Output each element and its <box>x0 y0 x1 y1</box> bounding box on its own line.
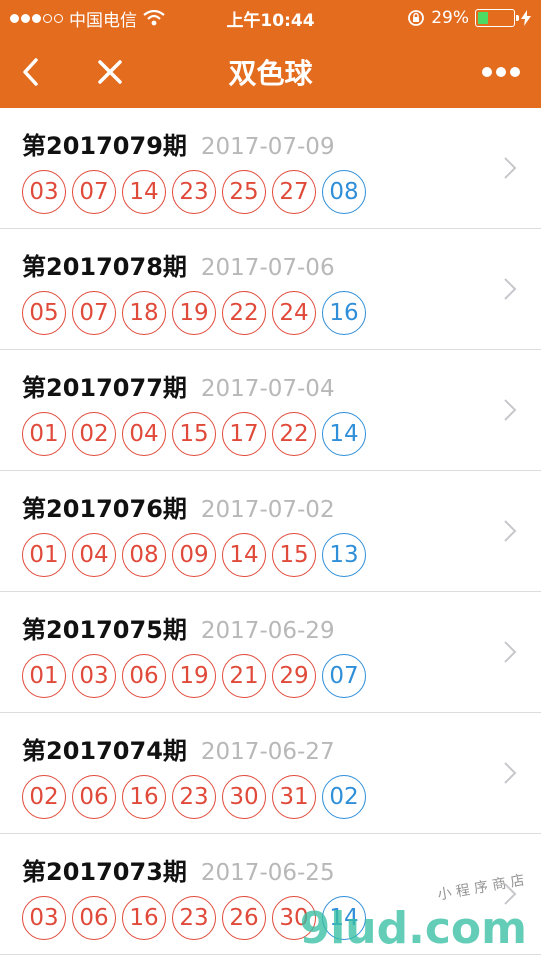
red-ball: 15 <box>172 412 216 456</box>
red-ball: 22 <box>222 291 266 335</box>
issue-number: 第2017078期 <box>22 253 187 281</box>
draw-row[interactable]: 第2017077期 2017-07-04 01 02 04 15 17 22 14 <box>0 350 541 471</box>
issue-number: 第2017074期 <box>22 737 187 765</box>
red-ball: 03 <box>22 170 66 214</box>
draw-date: 2017-07-09 <box>200 134 335 160</box>
draw-row[interactable]: 第2017074期 2017-06-27 02 06 16 23 30 31 02 <box>0 713 541 834</box>
red-ball: 06 <box>72 775 116 819</box>
issue-number: 第2017075期 <box>22 616 187 644</box>
ball-group: 01 03 06 19 21 29 07 <box>22 654 541 698</box>
draw-date: 2017-06-27 <box>200 739 335 765</box>
blue-ball: 07 <box>322 654 366 698</box>
header: 中国电信 上午10:44 29% 双色球 <box>0 0 541 108</box>
blue-ball: 02 <box>322 775 366 819</box>
charging-icon <box>521 10 531 26</box>
ball-group: 05 07 18 19 22 24 16 <box>22 291 541 335</box>
red-ball: 30 <box>222 775 266 819</box>
chevron-right-icon <box>504 278 517 300</box>
red-ball: 22 <box>272 412 316 456</box>
red-ball: 02 <box>22 775 66 819</box>
red-ball: 14 <box>222 533 266 577</box>
red-ball: 15 <box>272 533 316 577</box>
signal-icon <box>10 13 63 23</box>
chevron-left-icon <box>23 58 38 86</box>
red-ball: 14 <box>122 170 166 214</box>
chevron-right-icon <box>504 520 517 542</box>
red-ball: 23 <box>172 170 216 214</box>
draw-row[interactable]: 第2017075期 2017-06-29 01 03 06 19 21 29 07 <box>0 592 541 713</box>
red-ball: 01 <box>22 533 66 577</box>
red-ball: 25 <box>222 170 266 214</box>
chevron-right-icon <box>504 762 517 784</box>
close-button[interactable] <box>80 42 140 102</box>
draw-row[interactable]: 第2017076期 2017-07-02 01 04 08 09 14 15 13 <box>0 471 541 592</box>
blue-ball: 16 <box>322 291 366 335</box>
draw-row[interactable]: 第2017078期 2017-07-06 05 07 18 19 22 24 16 <box>0 229 541 350</box>
blue-ball: 13 <box>322 533 366 577</box>
red-ball: 07 <box>72 291 116 335</box>
red-ball: 03 <box>72 654 116 698</box>
red-ball: 24 <box>272 291 316 335</box>
red-ball: 29 <box>272 654 316 698</box>
red-ball: 18 <box>122 291 166 335</box>
blue-ball: 08 <box>322 170 366 214</box>
red-ball: 27 <box>272 170 316 214</box>
draw-date: 2017-07-06 <box>200 255 335 281</box>
draw-date: 2017-06-25 <box>200 860 335 886</box>
red-ball: 02 <box>72 412 116 456</box>
rotation-lock-icon <box>408 10 425 26</box>
watermark-text: 9lud.com <box>299 903 527 954</box>
nav-bar: 双色球 <box>0 36 541 108</box>
red-ball: 04 <box>122 412 166 456</box>
red-ball: 06 <box>122 654 166 698</box>
red-ball: 09 <box>172 533 216 577</box>
red-ball: 16 <box>122 896 166 940</box>
ball-group: 03 07 14 23 25 27 08 <box>22 170 541 214</box>
red-ball: 19 <box>172 654 216 698</box>
red-ball: 31 <box>272 775 316 819</box>
red-ball: 08 <box>122 533 166 577</box>
chevron-right-icon <box>504 157 517 179</box>
red-ball: 06 <box>72 896 116 940</box>
draw-list: 第2017079期 2017-07-09 03 07 14 23 25 27 08 第201707… <box>0 108 541 955</box>
chevron-right-icon <box>504 641 517 663</box>
red-ball: 26 <box>222 896 266 940</box>
red-ball: 16 <box>122 775 166 819</box>
battery-icon <box>475 9 519 27</box>
red-ball: 01 <box>22 412 66 456</box>
wifi-icon <box>143 10 165 26</box>
issue-number: 第2017077期 <box>22 374 187 402</box>
issue-number: 第2017079期 <box>22 132 187 160</box>
red-ball: 01 <box>22 654 66 698</box>
issue-number: 第2017076期 <box>22 495 187 523</box>
chevron-right-icon <box>504 399 517 421</box>
draw-date: 2017-07-02 <box>200 497 335 523</box>
red-ball: 05 <box>22 291 66 335</box>
ball-group: 02 06 16 23 30 31 02 <box>22 775 541 819</box>
red-ball: 04 <box>72 533 116 577</box>
ball-group: 01 02 04 15 17 22 14 <box>22 412 541 456</box>
status-bar: 中国电信 上午10:44 29% <box>0 0 541 36</box>
more-icon <box>482 67 520 77</box>
carrier-label: 中国电信 <box>69 10 137 31</box>
red-ball: 07 <box>72 170 116 214</box>
draw-date: 2017-06-29 <box>200 618 335 644</box>
red-ball: 23 <box>172 775 216 819</box>
back-button[interactable] <box>0 42 60 102</box>
draw-date: 2017-07-04 <box>200 376 335 402</box>
red-ball: 03 <box>22 896 66 940</box>
battery-percent: 29% <box>431 8 469 28</box>
red-ball: 17 <box>222 412 266 456</box>
draw-row[interactable]: 第2017079期 2017-07-09 03 07 14 23 25 27 08 <box>0 108 541 229</box>
red-ball: 19 <box>172 291 216 335</box>
red-ball: 21 <box>222 654 266 698</box>
more-button[interactable] <box>471 42 531 102</box>
blue-ball: 14 <box>322 412 366 456</box>
watermark-logo: 小 程 序 商 店 9lud.com <box>299 872 527 954</box>
issue-number: 第2017073期 <box>22 858 187 886</box>
close-icon <box>98 60 122 84</box>
ball-group: 01 04 08 09 14 15 13 <box>22 533 541 577</box>
red-ball: 23 <box>172 896 216 940</box>
